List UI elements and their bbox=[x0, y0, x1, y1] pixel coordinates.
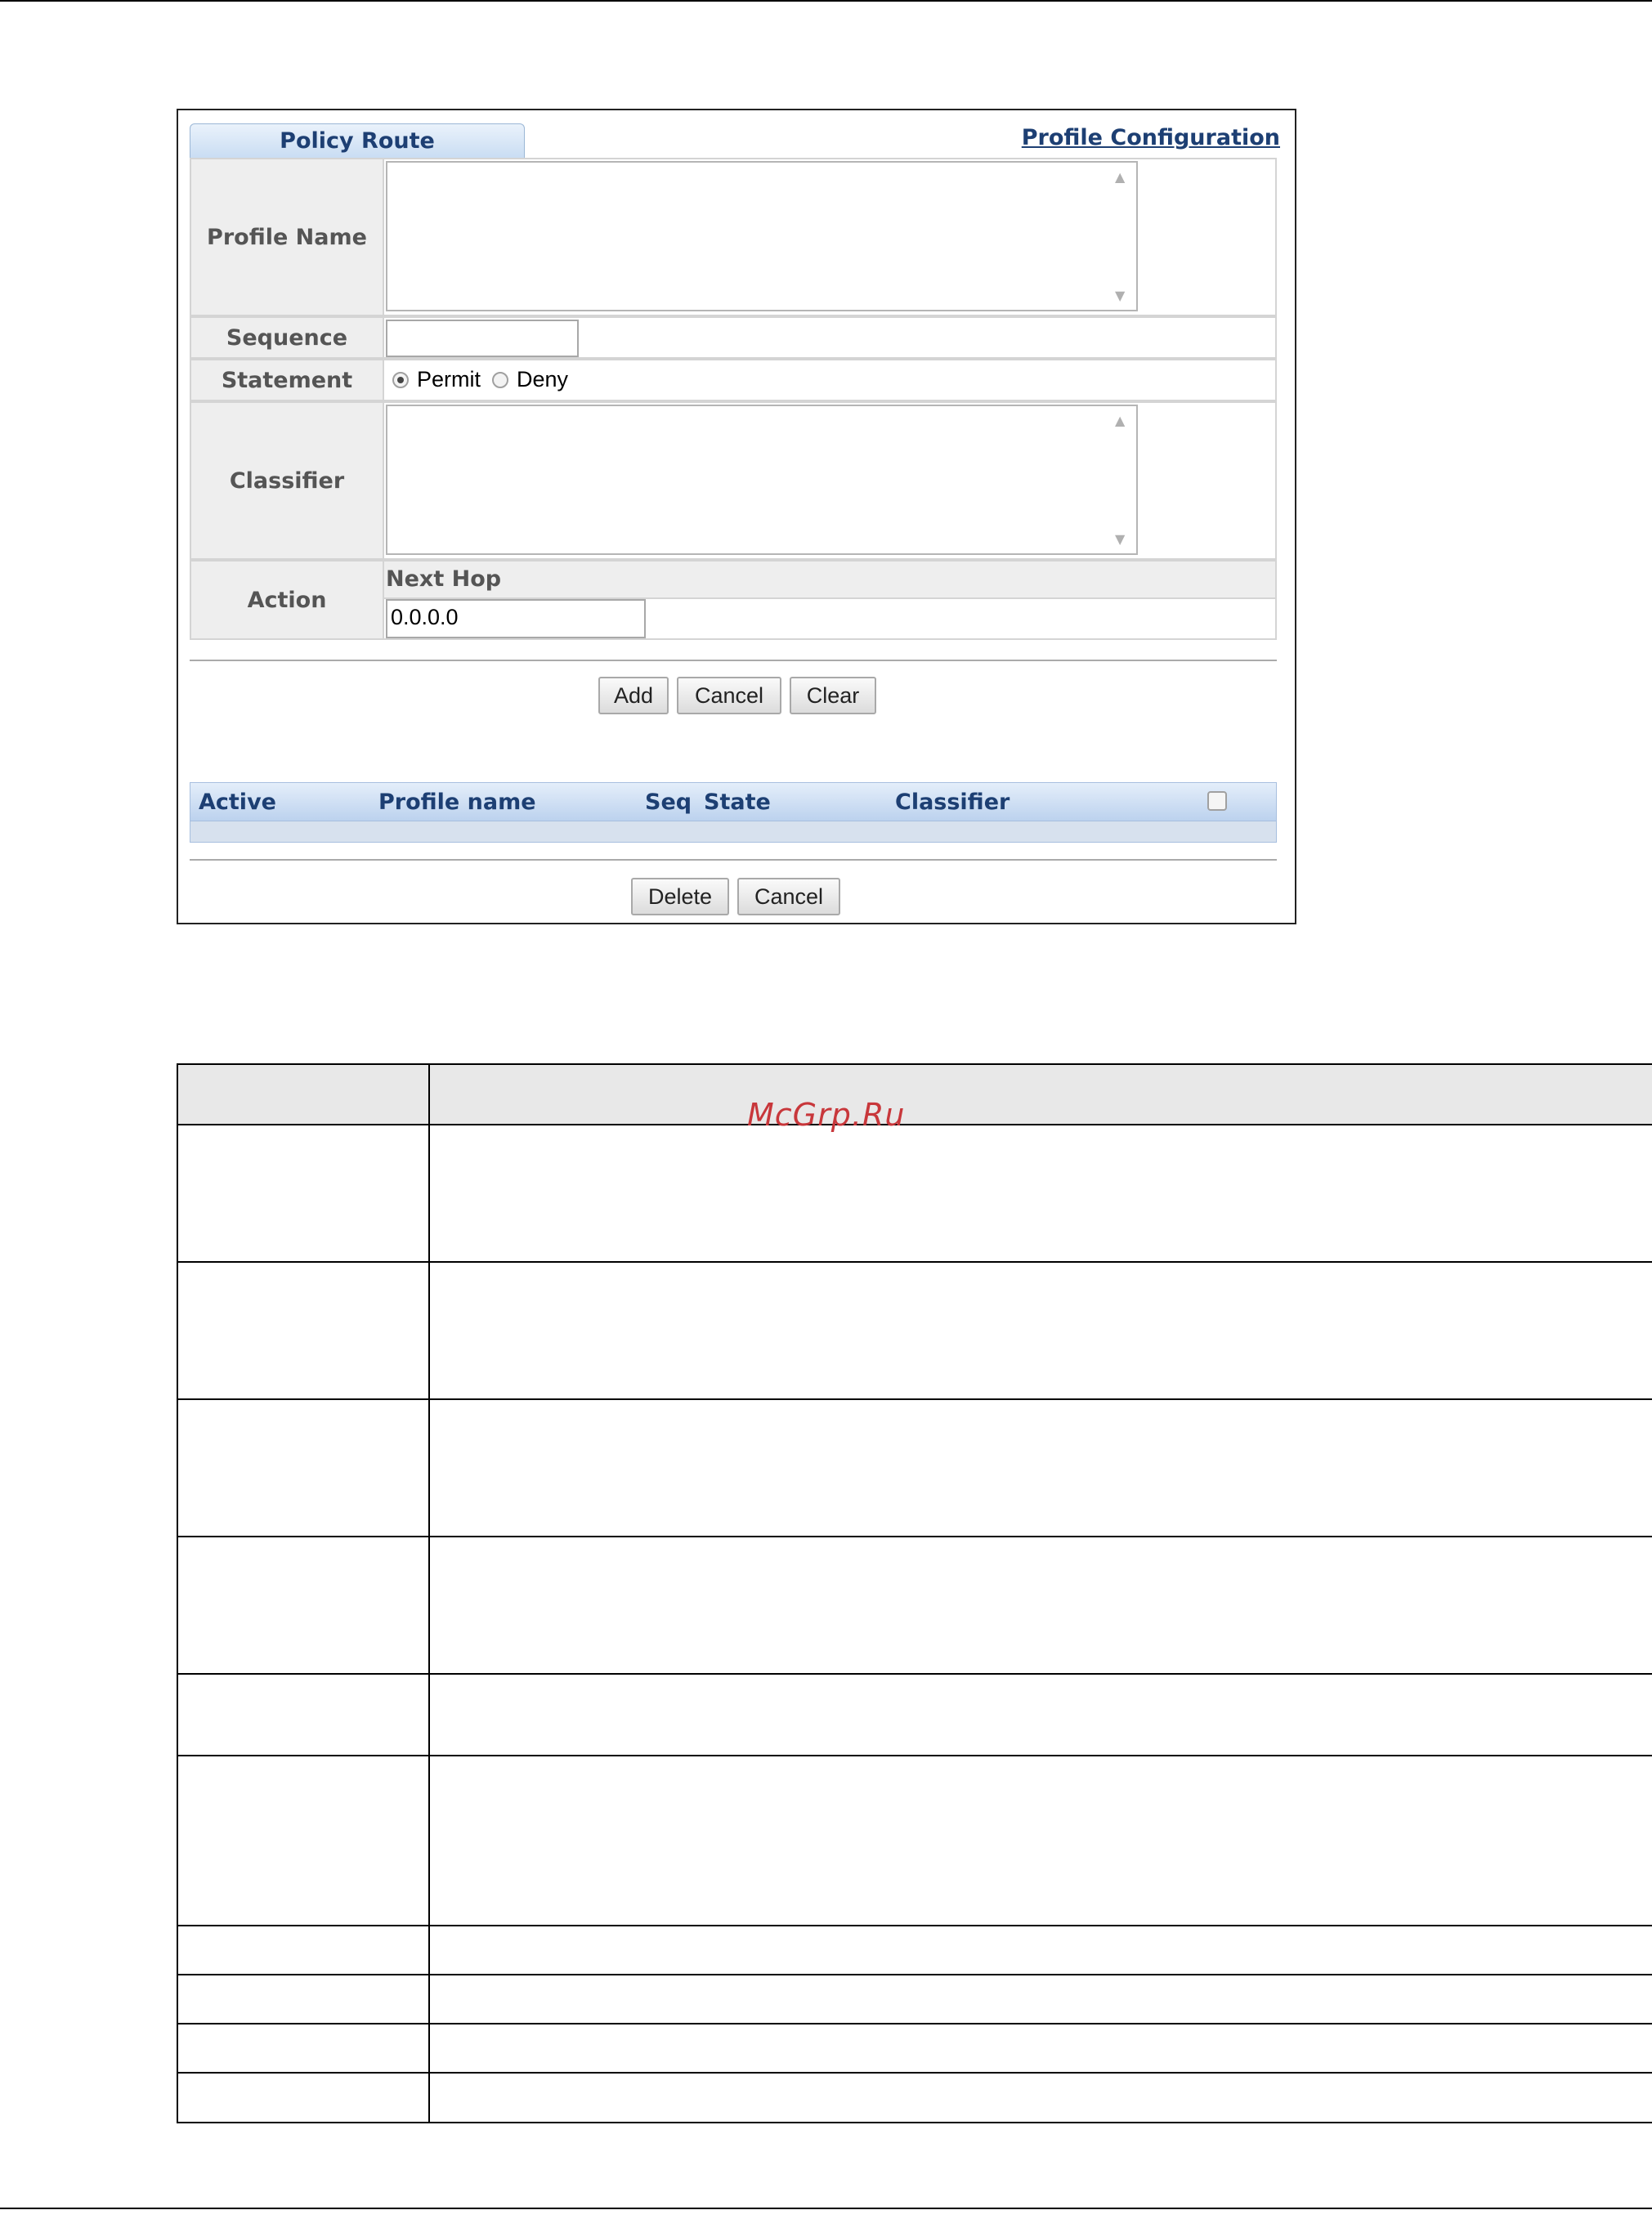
bottom-page-rule bbox=[0, 2208, 1652, 2209]
deny-label: Deny bbox=[517, 367, 569, 391]
list-separator bbox=[190, 859, 1277, 861]
sequence-label: Sequence bbox=[190, 316, 384, 359]
profile-configuration-link[interactable]: Profile Configuration bbox=[1022, 125, 1280, 150]
watermark: McGrp.Ru bbox=[747, 1097, 906, 1133]
table-cell bbox=[178, 2024, 430, 2072]
permit-radio[interactable] bbox=[392, 372, 409, 388]
table-cell bbox=[178, 1756, 430, 1925]
scroll-down-icon[interactable]: ▼ bbox=[1115, 288, 1125, 303]
profile-name-scrollbar[interactable]: ▲ ▼ bbox=[1107, 164, 1135, 308]
select-all-checkbox[interactable] bbox=[1207, 791, 1227, 811]
table-row bbox=[178, 2024, 1652, 2074]
sequence-row: Sequence bbox=[190, 316, 1277, 359]
next-hop-input[interactable]: 0.0.0.0 bbox=[386, 599, 646, 638]
table-cell bbox=[178, 1400, 430, 1536]
column-profile-name: Profile name bbox=[378, 790, 536, 815]
table-row bbox=[178, 1975, 1652, 2024]
next-hop-label: Next Hop bbox=[384, 561, 1275, 599]
action-row: Action Next Hop 0.0.0.0 bbox=[190, 560, 1277, 640]
profile-name-textarea[interactable]: ▲ ▼ bbox=[386, 161, 1138, 311]
policy-route-panel: Policy Route Profile Configuration Profi… bbox=[177, 109, 1296, 924]
scroll-down-icon[interactable]: ▼ bbox=[1115, 531, 1125, 547]
table-cell bbox=[178, 1125, 430, 1261]
profile-name-label: Profile Name bbox=[190, 158, 384, 316]
profile-list-header: Active Profile name Seq State Classifier bbox=[190, 782, 1277, 821]
top-page-rule bbox=[0, 0, 1652, 2]
column-classifier: Classifier bbox=[895, 790, 1010, 815]
table-cell bbox=[178, 2074, 430, 2122]
profile-name-cell: ▲ ▼ bbox=[384, 158, 1277, 316]
action-label: Action bbox=[190, 560, 384, 640]
list-cancel-button[interactable]: Cancel bbox=[737, 878, 840, 915]
classifier-textarea[interactable]: ▲ ▼ bbox=[386, 405, 1138, 555]
column-active: Active bbox=[199, 790, 276, 815]
statement-row: Statement Permit Deny bbox=[190, 359, 1277, 401]
table-row bbox=[178, 1926, 1652, 1975]
classifier-scrollbar[interactable]: ▲ ▼ bbox=[1107, 408, 1135, 552]
tab-policy-route[interactable]: Policy Route bbox=[190, 123, 525, 158]
table-row bbox=[178, 1125, 1652, 1263]
profile-list-empty-row bbox=[190, 821, 1277, 843]
table-cell bbox=[178, 1263, 430, 1398]
column-state: State bbox=[704, 790, 771, 815]
table-cell bbox=[178, 1065, 430, 1124]
permit-label: Permit bbox=[417, 367, 481, 391]
deny-radio[interactable] bbox=[492, 372, 509, 388]
form-separator bbox=[190, 660, 1277, 661]
delete-button[interactable]: Delete bbox=[631, 878, 729, 915]
column-seq: Seq bbox=[645, 790, 692, 815]
table-cell bbox=[178, 1975, 430, 2023]
field-description-table bbox=[177, 1063, 1652, 2123]
scroll-up-icon[interactable]: ▲ bbox=[1115, 413, 1125, 428]
sequence-input[interactable] bbox=[386, 320, 579, 357]
add-button[interactable]: Add bbox=[598, 677, 669, 714]
table-row bbox=[178, 1756, 1652, 1926]
table-row bbox=[178, 1537, 1652, 1675]
table-row bbox=[178, 1675, 1652, 1756]
table-row bbox=[178, 1263, 1652, 1400]
classifier-cell: ▲ ▼ bbox=[384, 401, 1277, 560]
table-cell bbox=[178, 1537, 430, 1673]
cancel-button[interactable]: Cancel bbox=[677, 677, 781, 714]
statement-label: Statement bbox=[190, 359, 384, 401]
classifier-label: Classifier bbox=[190, 401, 384, 560]
sequence-cell bbox=[384, 316, 1277, 359]
classifier-row: Classifier ▲ ▼ bbox=[190, 401, 1277, 560]
table-row bbox=[178, 1400, 1652, 1537]
action-cell: Next Hop 0.0.0.0 bbox=[384, 560, 1277, 640]
scroll-up-icon[interactable]: ▲ bbox=[1115, 169, 1125, 185]
profile-name-row: Profile Name ▲ ▼ bbox=[190, 158, 1277, 316]
table-cell bbox=[178, 1675, 430, 1755]
clear-button[interactable]: Clear bbox=[790, 677, 876, 714]
table-header-row bbox=[178, 1065, 1652, 1125]
table-cell bbox=[178, 1926, 430, 1974]
table-row bbox=[178, 2074, 1652, 2122]
statement-cell: Permit Deny bbox=[384, 359, 1277, 401]
